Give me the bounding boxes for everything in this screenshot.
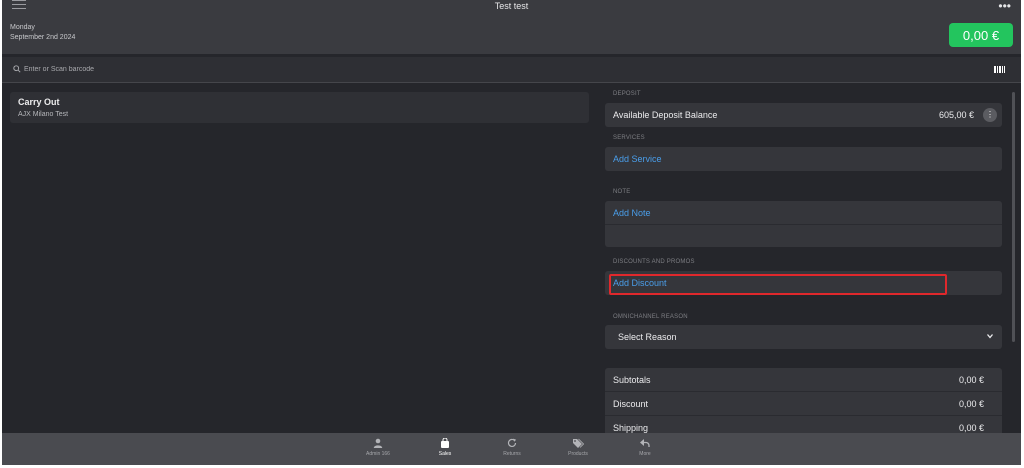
totals-row-label: Discount xyxy=(613,399,649,409)
panel-scrollbar[interactable] xyxy=(1012,92,1015,342)
omnichannel-section-label: OMNICHANNEL REASON xyxy=(613,314,688,320)
services-section-label: SERVICES xyxy=(613,135,645,141)
pos-app: Test test ••• Monday September 2nd 2024 … xyxy=(2,0,1021,465)
tab-label: Sales xyxy=(438,451,452,457)
select-reason-label: Select Reason xyxy=(618,332,677,342)
tab-admin[interactable]: Admin 166 xyxy=(353,438,403,465)
page-title: Test test xyxy=(494,1,529,11)
select-reason-dropdown[interactable]: Select Reason xyxy=(605,325,1002,349)
note-section-label: NOTE xyxy=(613,189,631,195)
add-service-link[interactable]: Add Service xyxy=(613,154,662,164)
tab-returns[interactable]: Returns xyxy=(487,438,537,465)
bottom-tab-bar: Admin 166 Sales Returns Products More xyxy=(2,433,1021,465)
barcode-search-bar xyxy=(2,57,1021,83)
totals-summary: Subtotals 0,00 € Discount 0,00 € Shippin… xyxy=(605,368,1002,440)
store-name: AJX Milano Test xyxy=(18,111,69,118)
order-type-card[interactable]: Carry Out AJX Milano Test xyxy=(10,92,589,123)
subtotals-row: Subtotals 0,00 € xyxy=(605,368,1002,391)
tags-icon xyxy=(573,438,584,448)
total-amount-button[interactable]: 0,00 € xyxy=(949,23,1013,47)
add-note-link[interactable]: Add Note xyxy=(613,208,651,218)
user-icon xyxy=(373,438,383,448)
tab-sales[interactable]: Sales xyxy=(420,438,470,465)
deposit-options-icon[interactable]: ⋮ xyxy=(983,108,997,122)
discount-row: Discount 0,00 € xyxy=(605,392,1002,415)
tab-label: Returns xyxy=(503,451,521,457)
tab-label: More xyxy=(639,451,651,457)
totals-row-label: Shipping xyxy=(613,423,649,433)
tab-more[interactable]: More xyxy=(620,438,670,465)
refresh-icon xyxy=(507,438,517,448)
search-icon xyxy=(13,65,21,73)
deposit-balance-row[interactable]: Available Deposit Balance 605,00 € ⋮ xyxy=(605,103,1002,127)
totals-row-value: 0,00 € xyxy=(958,399,984,409)
deposit-section-label: DEPOSIT xyxy=(613,91,641,97)
totals-row-label: Subtotals xyxy=(613,375,651,385)
tab-label: Products xyxy=(568,451,588,457)
order-type-title: Carry Out xyxy=(18,97,60,107)
deposit-balance-label: Available Deposit Balance xyxy=(613,110,718,120)
weekday-label: Monday xyxy=(10,24,35,31)
more-options-icon[interactable]: ••• xyxy=(998,0,1011,13)
tab-products[interactable]: Products xyxy=(553,438,603,465)
reply-icon xyxy=(640,439,650,447)
chevron-down-icon xyxy=(987,334,993,339)
order-details-panel: DEPOSIT Available Deposit Balance 605,00… xyxy=(605,86,1002,440)
note-divider xyxy=(605,224,1002,225)
add-discount-highlight xyxy=(609,274,947,295)
totals-row-value: 0,00 € xyxy=(958,423,984,433)
header-bar: Test test ••• Monday September 2nd 2024 … xyxy=(2,0,1021,54)
discounts-section-label: DISCOUNTS AND PROMOS xyxy=(613,259,695,265)
add-service-row[interactable]: Add Service xyxy=(605,147,1002,171)
shopping-bag-icon xyxy=(441,438,449,448)
note-box[interactable]: Add Note xyxy=(605,201,1002,247)
barcode-scan-icon[interactable] xyxy=(994,66,1005,73)
deposit-balance-value: 605,00 € xyxy=(938,110,974,120)
date-label: September 2nd 2024 xyxy=(10,34,76,41)
totals-row-value: 0,00 € xyxy=(958,375,984,385)
barcode-search-input[interactable] xyxy=(24,62,524,76)
tab-label: Admin 166 xyxy=(366,451,390,457)
